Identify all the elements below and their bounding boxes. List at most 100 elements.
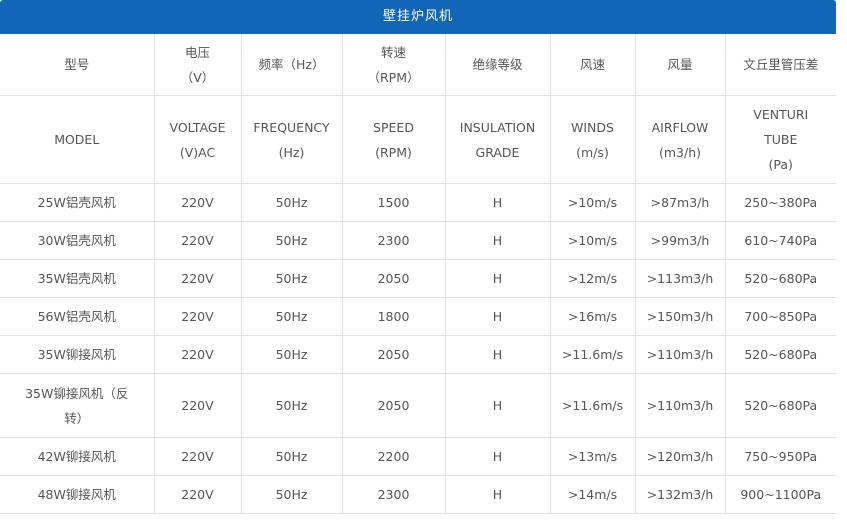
header-cell-airflow: AIRFLOW (m3/h): [635, 95, 726, 184]
header-line: (m3/h): [658, 144, 702, 160]
cell-speed: 2300: [342, 221, 446, 260]
cell-airflow: >132m3/h: [635, 475, 726, 514]
header-cell-venturi: VENTURI TUBE (Pa): [725, 95, 836, 184]
cell-venturi: 750~950Pa: [725, 437, 836, 476]
table-row: 30W铝壳风机 220V 50Hz 2300 H >10m/s >99m3/h 610~740…: [0, 221, 836, 260]
cell-voltage: 220V: [154, 183, 242, 222]
header-line: （V）: [180, 69, 215, 85]
cell-frequency: 50Hz: [241, 437, 343, 476]
header-line: 电压: [184, 44, 210, 60]
cell-venturi: 250~380Pa: [725, 183, 836, 222]
cell-insulation: H: [445, 437, 551, 476]
header-line: (Pa): [768, 157, 793, 172]
cell-speed: 2300: [342, 475, 446, 514]
cell-venturi: 900~1100Pa: [725, 475, 836, 514]
header-line: MODEL: [54, 132, 100, 147]
cell-insulation: H: [445, 259, 551, 298]
header-line: (Hz): [278, 144, 305, 160]
fan-spec-table: 型号 电压 （V） 频率（Hz） 转速 （RPM） 绝缘等级 风速 风量 文丘里管压差 MODEL V…: [0, 34, 836, 514]
header-line: 绝缘等级: [472, 57, 523, 72]
cell-voltage: 220V: [154, 221, 242, 260]
cell-frequency: 50Hz: [241, 259, 343, 298]
header-cell-speed: SPEED (RPM): [342, 95, 446, 184]
cell-insulation: H: [445, 373, 551, 438]
header-line: (m/s): [576, 144, 609, 160]
header-cell-frequency: 频率（Hz）: [241, 34, 343, 96]
cell-speed: 2050: [342, 259, 446, 298]
cell-airflow: >150m3/h: [635, 297, 726, 336]
cell-insulation: H: [445, 183, 551, 222]
header-cell-speed: 转速 （RPM）: [342, 34, 446, 96]
header-row-chinese: 型号 电压 （V） 频率（Hz） 转速 （RPM） 绝缘等级 风速 风量 文丘里管压差: [0, 34, 836, 96]
header-line: 型号: [64, 57, 90, 72]
table-row: 35W铆接风机 220V 50Hz 2050 H >11.6m/s >110m3/h 520~…: [0, 335, 836, 374]
header-line: VENTURI: [753, 107, 809, 122]
cell-venturi: 520~680Pa: [725, 373, 836, 438]
cell-voltage: 220V: [154, 335, 242, 374]
cell-venturi: 700~850Pa: [725, 297, 836, 336]
cell-speed: 2050: [342, 335, 446, 374]
cell-frequency: 50Hz: [241, 373, 343, 438]
cell-winds: >13m/s: [550, 437, 636, 476]
table-row: 56W铝壳风机 220V 50Hz 1800 H >16m/s >150m3/h 700~85…: [0, 297, 836, 336]
cell-airflow: >120m3/h: [635, 437, 726, 476]
header-line: TUBE: [764, 132, 798, 147]
cell-voltage: 220V: [154, 297, 242, 336]
spec-table-container: 壁挂炉风机 型号 电压 （V） 频率（Hz） 转速 （RPM） 绝缘等级 风速 风量 文丘里管压差…: [0, 0, 839, 514]
cell-airflow: >113m3/h: [635, 259, 726, 298]
cell-frequency: 50Hz: [241, 297, 343, 336]
table-row: 35W铆接风机（反转） 220V 50Hz 2050 H >11.6m/s >110m3/h…: [0, 373, 836, 438]
cell-insulation: H: [445, 335, 551, 374]
header-line: SPEED: [373, 119, 414, 135]
header-cell-insulation: 绝缘等级: [445, 34, 551, 96]
header-cell-voltage: VOLTAGE (V)AC: [154, 95, 242, 184]
header-cell-venturi: 文丘里管压差: [725, 34, 836, 96]
cell-speed: 1800: [342, 297, 446, 336]
header-line: 风速: [579, 57, 605, 72]
cell-model: 48W铆接风机: [0, 475, 155, 514]
cell-voltage: 220V: [154, 475, 242, 514]
cell-airflow: >110m3/h: [635, 373, 726, 438]
cell-winds: >11.6m/s: [550, 335, 636, 374]
table-row: 35W铝壳风机 220V 50Hz 2050 H >12m/s >113m3/h 520~68…: [0, 259, 836, 298]
cell-speed: 1500: [342, 183, 446, 222]
cell-frequency: 50Hz: [241, 475, 343, 514]
cell-winds: >10m/s: [550, 183, 636, 222]
cell-insulation: H: [445, 475, 551, 514]
cell-venturi: 520~680Pa: [725, 259, 836, 298]
header-cell-winds: WINDS (m/s): [550, 95, 636, 184]
header-cell-model: MODEL: [0, 95, 155, 184]
header-line: 文丘里管压差: [743, 57, 819, 72]
table-row: 48W铆接风机 220V 50Hz 2300 H >14m/s >132m3/h 900~11…: [0, 475, 836, 514]
header-line: (V)AC: [179, 144, 216, 160]
header-cell-airflow: 风量: [635, 34, 726, 96]
cell-model: 30W铝壳风机: [0, 221, 155, 260]
cell-winds: >12m/s: [550, 259, 636, 298]
cell-speed: 2050: [342, 373, 446, 438]
header-line: FREQUENCY: [253, 119, 330, 135]
cell-insulation: H: [445, 221, 551, 260]
header-line: 风量: [667, 57, 693, 72]
header-line: INSULATION: [459, 119, 536, 135]
cell-frequency: 50Hz: [241, 221, 343, 260]
cell-model: 42W铆接风机: [0, 437, 155, 476]
cell-venturi: 610~740Pa: [725, 221, 836, 260]
header-line: 转速: [380, 44, 406, 60]
cell-voltage: 220V: [154, 259, 242, 298]
cell-airflow: >87m3/h: [635, 183, 726, 222]
cell-frequency: 50Hz: [241, 183, 343, 222]
header-line: WINDS: [571, 119, 614, 135]
cell-voltage: 220V: [154, 437, 242, 476]
header-cell-winds: 风速: [550, 34, 636, 96]
table-title: 壁挂炉风机: [0, 0, 836, 34]
header-cell-model: 型号: [0, 34, 155, 96]
cell-speed: 2200: [342, 437, 446, 476]
cell-airflow: >99m3/h: [635, 221, 726, 260]
cell-model: 35W铆接风机（反转）: [0, 373, 155, 438]
cell-insulation: H: [445, 297, 551, 336]
header-line: AIRFLOW: [651, 119, 709, 135]
header-line: （RPM）: [367, 69, 420, 85]
header-line: 频率（Hz）: [258, 57, 325, 72]
header-cell-voltage: 电压 （V）: [154, 34, 242, 96]
cell-model: 35W铆接风机: [0, 335, 155, 374]
